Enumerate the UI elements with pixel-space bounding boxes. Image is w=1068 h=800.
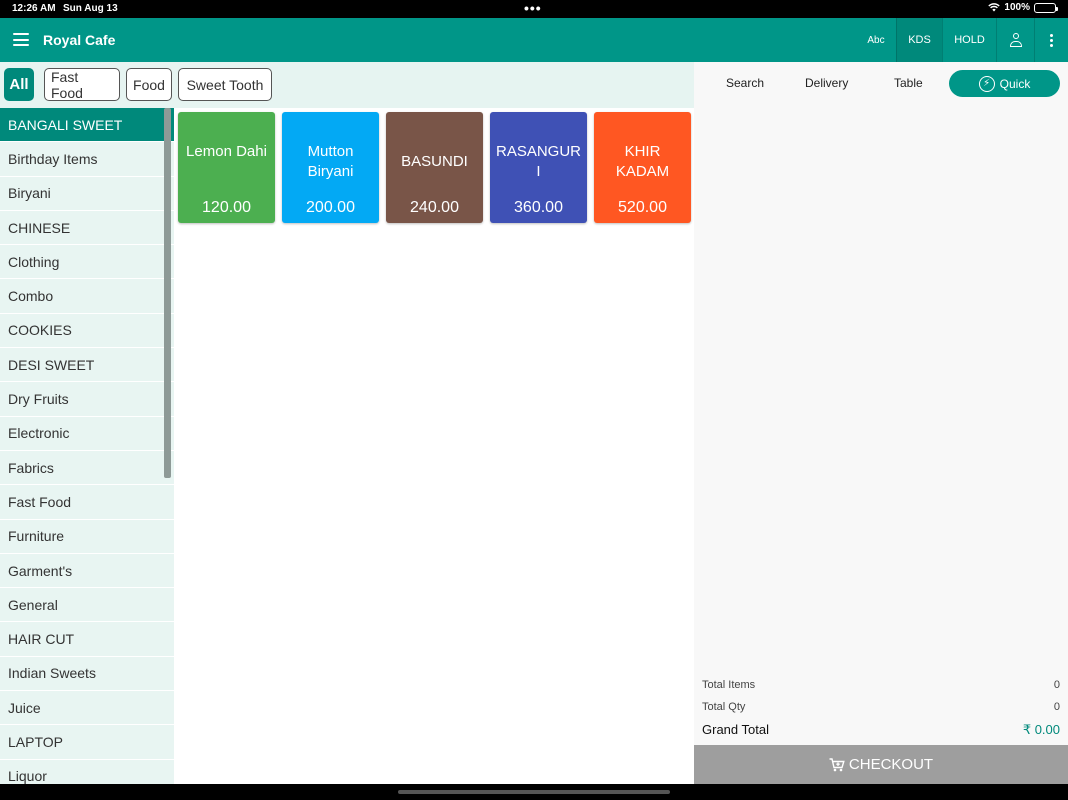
chip-fast-food[interactable]: Fast Food: [44, 68, 120, 101]
product-name: RASANGURI: [495, 143, 581, 180]
product-tile[interactable]: RASANGURI 360.00: [490, 112, 587, 223]
category-item-laptop[interactable]: LAPTOP: [0, 725, 174, 760]
category-item-furniture[interactable]: Furniture: [0, 519, 174, 554]
category-item-chinese[interactable]: CHINESE: [0, 210, 174, 246]
category-item-cookies[interactable]: COOKIES: [0, 313, 174, 349]
wifi-icon: [988, 3, 1001, 12]
category-item-liquor[interactable]: Liquor: [0, 759, 174, 784]
total-qty-label: Total Qty: [702, 701, 746, 713]
more-vert-icon: [1050, 33, 1053, 47]
bolt-icon: ⚡: [978, 75, 995, 92]
tab-search[interactable]: Search: [726, 76, 764, 90]
tab-quick[interactable]: ⚡ Quick: [949, 70, 1060, 97]
status-date: Sun Aug 13: [63, 3, 118, 14]
status-time: 12:26 AM: [12, 3, 56, 14]
main-area: All Fast Food Food Sweet Tooth BANGALI S…: [0, 62, 1068, 784]
grand-total-row: Grand Total ₹ 0.00: [702, 722, 1060, 738]
category-item-garments[interactable]: Garment's: [0, 553, 174, 589]
product-price: 200.00: [306, 199, 355, 216]
category-scrollbar[interactable]: [164, 108, 171, 478]
app-bar: Royal Cafe Abc KDS HOLD: [0, 18, 1068, 62]
category-item-bangali-sweet[interactable]: BANGALI SWEET: [0, 108, 174, 143]
category-item-desi-sweet[interactable]: DESI SWEET: [0, 348, 174, 383]
battery-icon: [1034, 2, 1058, 13]
product-name: KHIR KADAM: [615, 143, 670, 180]
category-item-fabrics[interactable]: Fabrics: [0, 450, 174, 486]
checkout-button[interactable]: CHECKOUT: [694, 745, 1068, 784]
home-indicator[interactable]: [398, 790, 670, 794]
app-bar-actions: Abc KDS HOLD: [856, 18, 1068, 62]
order-panel: Search Delivery Table ⚡ Quick Total Item…: [694, 62, 1068, 784]
status-right: 100%: [988, 2, 1058, 13]
product-grid: Lemon Dahi 120.00 Mutton Biryani 200.00 …: [174, 108, 694, 784]
category-item-general[interactable]: General: [0, 588, 174, 623]
kds-button[interactable]: KDS: [896, 18, 942, 62]
cart-icon: [829, 757, 845, 771]
product-price: 120.00: [202, 199, 251, 216]
abc-toggle-button[interactable]: Abc: [856, 18, 896, 62]
hold-button[interactable]: HOLD: [942, 18, 996, 62]
chip-all[interactable]: All: [4, 68, 34, 101]
chip-food[interactable]: Food: [126, 68, 172, 101]
category-item-biryani[interactable]: Biryani: [0, 176, 174, 211]
product-price: 520.00: [618, 199, 667, 216]
category-item-juice[interactable]: Juice: [0, 691, 174, 726]
app-title: Royal Cafe: [43, 32, 116, 48]
category-item-hair-cut[interactable]: HAIR CUT: [0, 622, 174, 657]
category-item-dry-fruits[interactable]: Dry Fruits: [0, 382, 174, 417]
tab-delivery[interactable]: Delivery: [805, 76, 848, 90]
category-item-clothing[interactable]: Clothing: [0, 245, 174, 280]
product-name: BASUNDI: [401, 153, 468, 170]
multitask-dots-icon[interactable]: •••: [524, 0, 542, 16]
category-chip-bar: All Fast Food Food Sweet Tooth: [0, 62, 694, 108]
total-qty-row: Total Qty 0: [702, 701, 1060, 713]
home-indicator-bar: [0, 784, 1068, 800]
product-tile[interactable]: Lemon Dahi 120.00: [178, 112, 275, 223]
product-name: Mutton Biryani: [307, 143, 354, 180]
product-tile[interactable]: KHIR KADAM 520.00: [594, 112, 691, 223]
grand-total-label: Grand Total: [702, 722, 769, 737]
category-item-fast-food[interactable]: Fast Food: [0, 485, 174, 520]
more-options-button[interactable]: [1034, 18, 1068, 62]
chip-sweet-tooth[interactable]: Sweet Tooth: [178, 68, 272, 101]
total-items-row: Total Items 0: [702, 679, 1060, 691]
checkout-label: CHECKOUT: [848, 756, 934, 773]
category-list[interactable]: BANGALI SWEET Birthday Items Biryani CHI…: [0, 108, 174, 784]
category-item-combo[interactable]: Combo: [0, 279, 174, 314]
product-price: 240.00: [410, 199, 459, 216]
product-name: Lemon Dahi: [186, 143, 267, 160]
menu-icon[interactable]: [13, 33, 29, 46]
quick-label: Quick: [999, 76, 1031, 91]
category-item-electronic[interactable]: Electronic: [0, 416, 174, 451]
category-item-indian-sweets[interactable]: Indian Sweets: [0, 656, 174, 692]
status-bar: 12:26 AM Sun Aug 13 ••• 100%: [0, 0, 1068, 18]
user-icon: [1009, 33, 1023, 47]
product-tile[interactable]: Mutton Biryani 200.00: [282, 112, 379, 223]
battery-percent: 100%: [1004, 2, 1030, 13]
total-items-label: Total Items: [702, 679, 756, 691]
product-price: 360.00: [514, 199, 563, 216]
total-qty-value: 0: [1053, 701, 1060, 713]
total-items-value: 0: [1053, 679, 1060, 691]
grand-total-value: ₹ 0.00: [1022, 722, 1060, 737]
user-button[interactable]: [996, 18, 1034, 62]
tab-table[interactable]: Table: [894, 76, 923, 90]
category-item-birthday-items[interactable]: Birthday Items: [0, 142, 174, 177]
product-tile[interactable]: BASUNDI 240.00: [386, 112, 483, 223]
